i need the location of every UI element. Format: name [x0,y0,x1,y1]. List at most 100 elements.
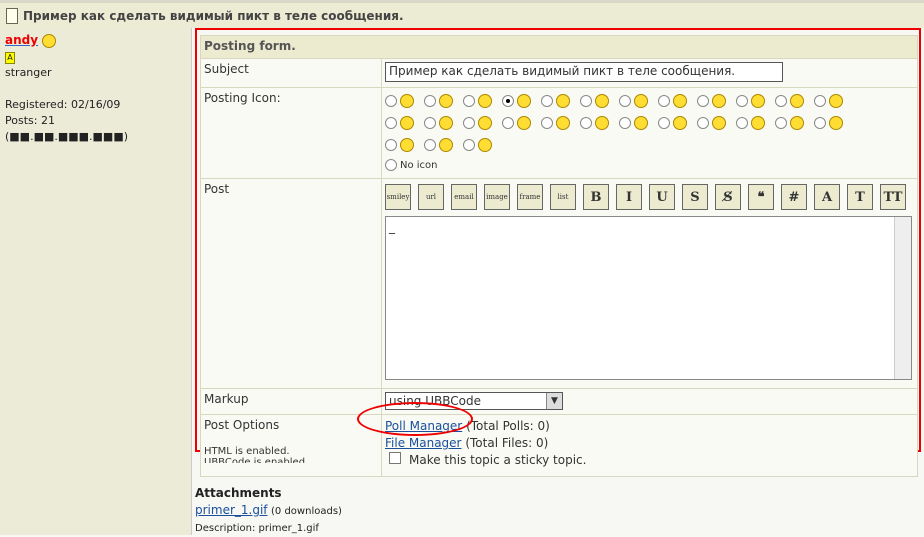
username-link[interactable]: andy [5,33,38,47]
posting-icon-radio[interactable] [385,95,397,107]
posting-icon-option[interactable] [814,113,853,133]
posting-icon-option[interactable] [502,113,541,133]
document-icon [6,7,18,24]
posting-icon-option[interactable] [697,91,736,111]
posting-icon-radio[interactable] [463,117,475,129]
registered-date: Registered: 02/16/09 [5,98,121,111]
posting-icon-radio[interactable] [502,95,514,107]
file-manager-link[interactable]: File Manager [385,436,462,450]
posting-icon-radio[interactable] [658,95,670,107]
posting-icon-radio[interactable] [814,117,826,129]
posting-icon-option[interactable] [580,113,619,133]
posting-icon-radio[interactable] [502,117,514,129]
posting-icon-radio[interactable] [463,139,475,151]
posting-icon-option[interactable] [814,91,853,111]
no-icon-radio[interactable] [385,159,397,171]
toolbar-button-9[interactable]: S [682,184,708,210]
toolbar-button-label: url [425,193,437,201]
posting-icon-option[interactable] [385,91,424,111]
posting-icon-radio[interactable] [814,95,826,107]
posting-icon-radio[interactable] [424,139,436,151]
poll-count: (Total Polls: 0) [466,419,550,433]
posting-icon-radio[interactable] [697,117,709,129]
toolbar-button-5[interactable]: list [550,184,576,210]
posting-icon-radio[interactable] [736,95,748,107]
user-rank: stranger [5,66,52,79]
posting-form: Posting form. Subject Пример как сделать … [200,35,918,477]
emoticon-icon [556,116,570,130]
toolbar-button-13[interactable]: A [814,184,840,210]
ip-address: (■■.■■.■■■.■■■) [5,130,129,143]
toolbar-button-11[interactable]: ❝ [748,184,774,210]
posting-icon-radio[interactable] [541,95,553,107]
toolbar-button-0[interactable]: smiley [385,184,411,210]
posting-icon-option[interactable] [541,91,580,111]
posting-icon-radio[interactable] [697,95,709,107]
posting-icon-radio[interactable] [541,117,553,129]
posting-icon-option[interactable] [424,135,463,155]
toolbar-button-1[interactable]: url [418,184,444,210]
post-textarea[interactable]: _ [385,216,912,380]
emoticon-icon [478,116,492,130]
toolbar-button-label: A [821,189,833,205]
posting-icon-radio[interactable] [580,117,592,129]
sticky-checkbox[interactable] [389,452,401,464]
toolbar-button-10[interactable]: S̸ [715,184,741,210]
toolbar-button-12[interactable]: # [781,184,807,210]
posting-icon-option[interactable] [697,113,736,133]
posting-icon-option[interactable] [463,135,502,155]
posting-icon-option[interactable] [658,91,697,111]
posting-icon-option[interactable] [658,113,697,133]
posting-icon-radio[interactable] [424,117,436,129]
posting-icon-radio[interactable] [736,117,748,129]
emoticon-icon [829,116,843,130]
posting-icon-option[interactable] [385,135,424,155]
toolbar-button-3[interactable]: image [484,184,510,210]
posting-icon-radio[interactable] [775,95,787,107]
posting-icon-radio[interactable] [658,117,670,129]
emoticon-icon [595,94,609,108]
posting-icon-radio[interactable] [775,117,787,129]
posting-icon-option[interactable] [619,91,658,111]
toolbar-button-2[interactable]: email [451,184,477,210]
posting-icon-radio[interactable] [385,139,397,151]
posting-icon-radio[interactable] [385,117,397,129]
post-options-label: Post Options [204,418,280,432]
toolbar-button-6[interactable]: B [583,184,609,210]
toolbar-button-15[interactable]: TT [880,184,906,210]
html-note: HTML is enabled. [204,446,290,457]
subject-input[interactable]: Пример как сделать видимый пикт в теле с… [385,62,783,82]
posting-icon-radio[interactable] [580,95,592,107]
posting-icon-option[interactable] [736,91,775,111]
emoticon-icon [751,94,765,108]
posting-icon-radio[interactable] [619,117,631,129]
toolbar-button-7[interactable]: I [616,184,642,210]
toolbar-button-14[interactable]: T [847,184,873,210]
posting-icon-option[interactable] [619,113,658,133]
emoticon-icon [439,94,453,108]
attachment-link[interactable]: primer_1.gif [195,503,268,517]
posting-icon-option[interactable] [736,113,775,133]
posting-icon-option[interactable] [463,113,502,133]
posting-icon-option[interactable] [385,113,424,133]
emoticon-icon [400,138,414,152]
posting-icon-radio[interactable] [424,95,436,107]
posting-icon-option[interactable] [463,91,502,111]
posting-icon-radio[interactable] [463,95,475,107]
posting-icon-option[interactable] [424,113,463,133]
toolbar-button-4[interactable]: frame [517,184,543,210]
posting-icon-option[interactable] [541,113,580,133]
posting-icon-option[interactable] [502,91,541,111]
toolbar-button-8[interactable]: U [649,184,675,210]
emoticon-icon [712,94,726,108]
textarea-scrollbar[interactable] [894,217,911,379]
markup-label: Markup [200,388,382,415]
emoticon-icon [400,94,414,108]
posting-icon-option[interactable] [775,91,814,111]
posting-icon-radio[interactable] [619,95,631,107]
emoticon-icon [673,116,687,130]
posting-icon-option[interactable] [424,91,463,111]
emoticon-icon [439,116,453,130]
posting-icon-option[interactable] [580,91,619,111]
posting-icon-option[interactable] [775,113,814,133]
